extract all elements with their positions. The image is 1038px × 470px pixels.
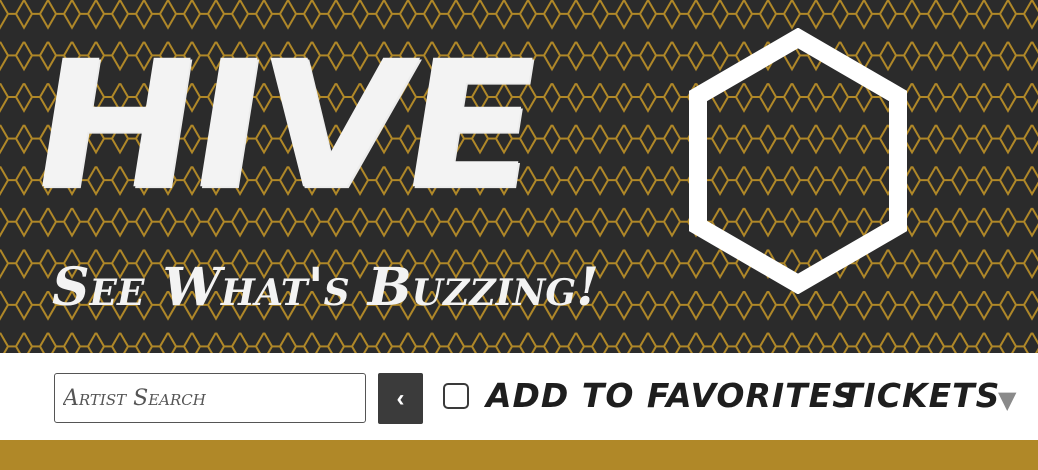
hexagon-icon bbox=[689, 28, 907, 294]
accent-bar bbox=[0, 440, 1038, 470]
favorites-checkbox[interactable] bbox=[443, 383, 469, 409]
chevron-down-icon[interactable]: ▼ bbox=[998, 385, 1016, 415]
hero-banner: HIVE See What's Buzzing! bbox=[0, 0, 1038, 353]
favorites-label[interactable]: ADD TO FAVORITES bbox=[486, 375, 857, 417]
toolbar: ‹ ADD TO FAVORITES TICKETS ▼ bbox=[0, 353, 1038, 440]
brand-title: HIVE bbox=[17, 23, 549, 229]
tagline: See What's Buzzing! bbox=[52, 257, 599, 318]
chevron-left-icon: ‹ bbox=[396, 384, 405, 412]
tickets-dropdown[interactable]: TICKETS bbox=[840, 375, 1000, 417]
back-button[interactable]: ‹ bbox=[378, 373, 423, 424]
artist-search-input[interactable] bbox=[54, 373, 366, 423]
